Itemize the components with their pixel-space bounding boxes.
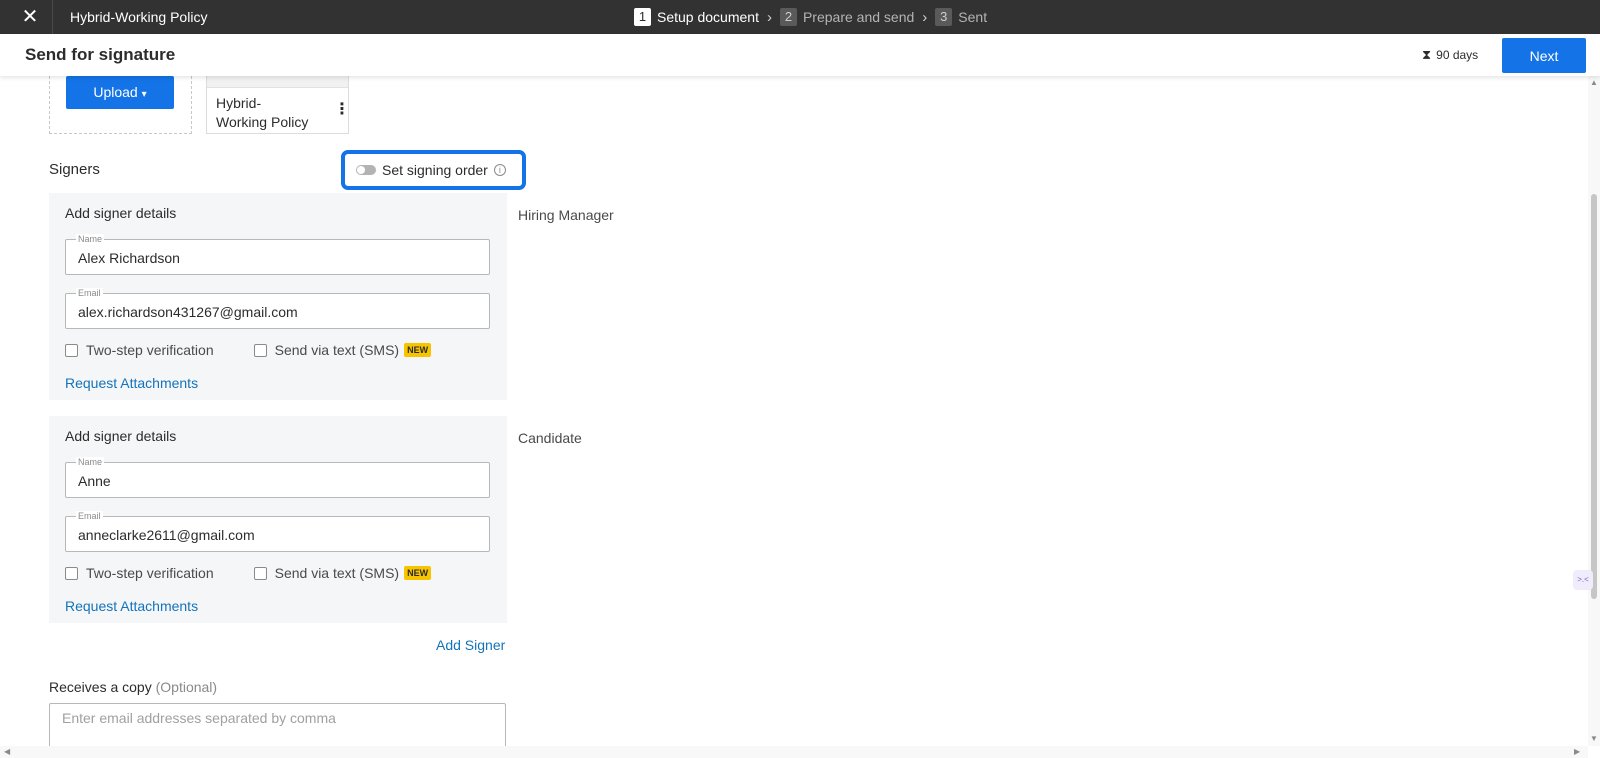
step-number: 2 <box>779 8 797 26</box>
scroll-right-icon[interactable]: ▶ <box>1574 747 1580 756</box>
upload-button-label: Upload <box>93 84 138 100</box>
signer-name-field[interactable]: Name Alex Richardson <box>65 234 490 275</box>
optional-text: (Optional) <box>155 679 218 695</box>
signer-card-title: Add signer details <box>65 205 177 221</box>
page-header: Send for signature ⧗ 90 days Next <box>0 34 1600 76</box>
signer-role-label: Candidate <box>518 430 582 446</box>
field-value: alex.richardson431267@gmail.com <box>78 304 298 320</box>
step-sent: 3 Sent <box>935 8 987 26</box>
top-bar: ✕ Hybrid-Working Policy 1 Setup document… <box>0 0 1600 34</box>
checkbox-label: Send via text (SMS) <box>274 565 400 581</box>
page-title: Send for signature <box>25 45 176 64</box>
step-label: Prepare and send <box>802 9 915 25</box>
step-number: 3 <box>935 8 953 26</box>
signing-order-label: Set signing order <box>382 162 488 178</box>
step-prepare-and-send: 2 Prepare and send <box>779 8 915 26</box>
document-card[interactable]: Hybrid- Working Policy ⋮ <box>206 76 350 134</box>
document-name: Hybrid- Working Policy <box>216 94 326 132</box>
signer-card-title: Add signer details <box>65 428 177 444</box>
step-setup-document: 1 Setup document <box>634 8 759 26</box>
receives-copy-label: Receives a copy (Optional) <box>49 679 217 695</box>
new-badge: NEW <box>404 566 432 580</box>
document-name-line: Hybrid- <box>216 95 262 111</box>
expiry-setting[interactable]: ⧗ 90 days <box>1422 47 1478 63</box>
upload-button[interactable]: Upload ▾ <box>66 76 174 109</box>
request-attachments-link[interactable]: Request Attachments <box>65 598 198 614</box>
scroll-left-icon[interactable]: ◀ <box>4 747 10 756</box>
field-label: Name <box>76 457 105 467</box>
cc-email-input[interactable] <box>49 703 506 749</box>
signer-email-field[interactable]: Email alex.richardson431267@gmail.com <box>65 288 490 329</box>
two-step-verification-checkbox[interactable] <box>65 343 78 357</box>
verification-options: Two-step verification Send via text (SMS… <box>65 565 432 581</box>
signer-card: Add signer details Name Anne Email annec… <box>49 416 507 623</box>
two-step-verification-checkbox[interactable] <box>65 566 78 580</box>
signer-role-label: Hiring Manager <box>518 207 614 223</box>
assistant-widget-icon[interactable]: >.< <box>1573 570 1593 590</box>
scroll-up-icon[interactable]: ▲ <box>1590 78 1598 87</box>
set-signing-order-toggle[interactable]: Set signing order i <box>341 150 526 190</box>
checkbox-label: Two-step verification <box>86 565 214 581</box>
new-badge: NEW <box>404 343 432 357</box>
toggle-switch[interactable] <box>356 165 376 175</box>
vertical-scrollbar[interactable]: ▲ ▼ <box>1588 76 1600 746</box>
field-label: Email <box>76 511 103 521</box>
request-attachments-link[interactable]: Request Attachments <box>65 375 198 391</box>
field-label: Email <box>76 288 103 298</box>
checkbox-label: Send via text (SMS) <box>274 342 400 358</box>
chevron-right-icon: › <box>922 8 928 26</box>
signer-name-field[interactable]: Name Anne <box>65 457 490 498</box>
field-value: anneclarke2611@gmail.com <box>78 527 255 543</box>
scrollbar-thumb[interactable] <box>1591 194 1597 599</box>
document-thumbnail-strip <box>207 76 348 88</box>
signer-card: Add signer details Name Alex Richardson … <box>49 193 507 400</box>
send-via-sms-checkbox[interactable] <box>253 343 267 357</box>
signer-email-field[interactable]: Email anneclarke2611@gmail.com <box>65 511 490 552</box>
step-indicator: 1 Setup document › 2 Prepare and send › … <box>634 0 987 34</box>
signers-heading: Signers <box>49 161 100 178</box>
document-title: Hybrid-Working Policy <box>70 9 208 25</box>
close-icon[interactable]: ✕ <box>18 6 42 28</box>
document-name-line: Working Policy <box>216 114 309 130</box>
next-button[interactable]: Next <box>1502 38 1586 73</box>
info-icon[interactable]: i <box>493 164 506 176</box>
field-value: Alex Richardson <box>78 250 180 266</box>
chevron-right-icon: › <box>766 8 772 26</box>
field-label: Name <box>76 234 105 244</box>
hourglass-icon: ⧗ <box>1422 47 1432 62</box>
verification-options: Two-step verification Send via text (SMS… <box>65 342 432 358</box>
step-label: Setup document <box>657 9 759 25</box>
step-number: 1 <box>634 8 651 26</box>
horizontal-scrollbar[interactable]: ◀ ▶ <box>0 746 1588 758</box>
more-options-icon[interactable]: ⋮ <box>334 100 350 120</box>
receives-copy-text: Receives a copy <box>49 679 152 695</box>
checkbox-label: Two-step verification <box>86 342 214 358</box>
field-value: Anne <box>78 473 111 489</box>
caret-down-icon: ▾ <box>141 89 147 100</box>
send-via-sms-checkbox[interactable] <box>253 566 267 580</box>
scroll-down-icon[interactable]: ▼ <box>1590 734 1598 743</box>
expiry-text: 90 days <box>1436 48 1479 62</box>
add-signer-link[interactable]: Add Signer <box>436 637 505 653</box>
divider <box>52 0 53 34</box>
step-label: Sent <box>958 9 988 25</box>
